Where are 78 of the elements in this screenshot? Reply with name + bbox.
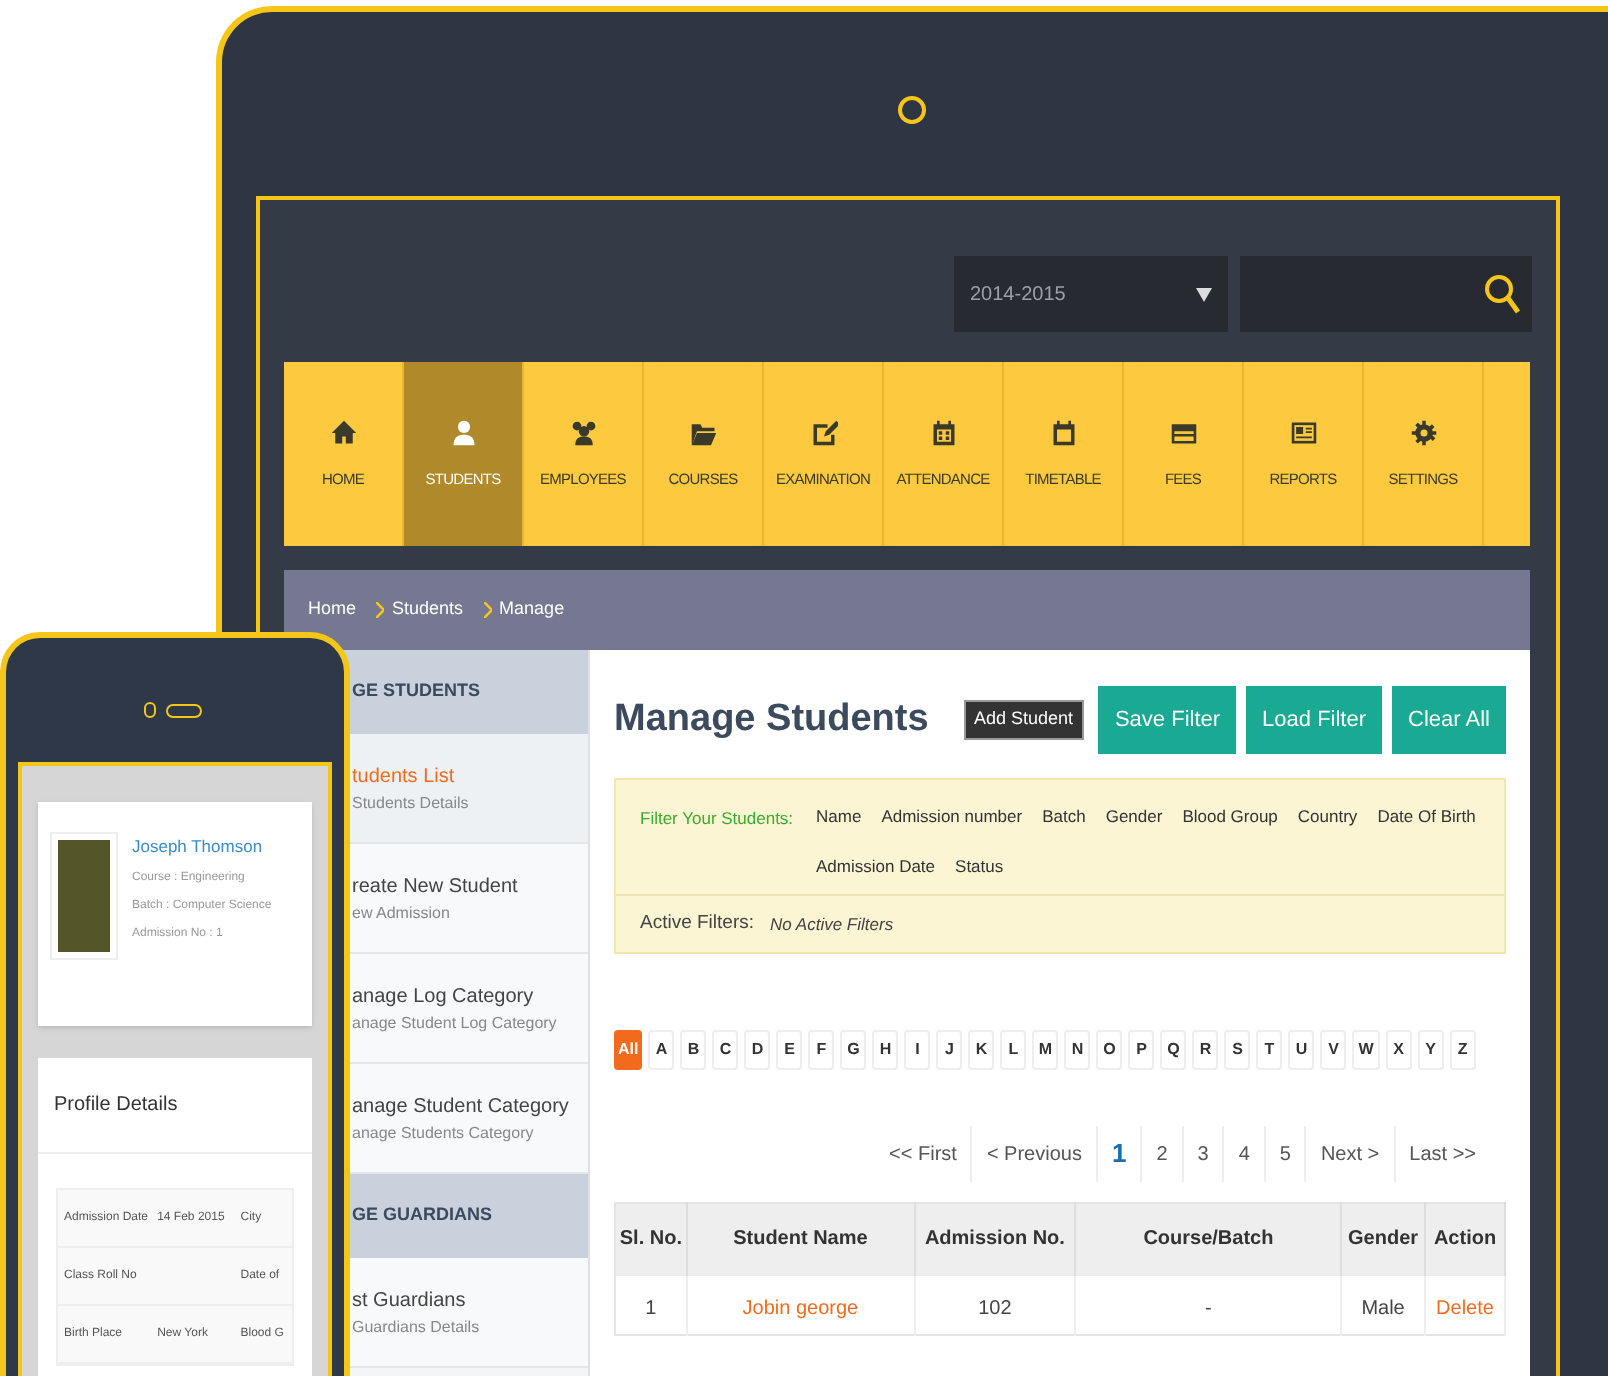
chevron-icon <box>483 602 492 618</box>
filter-option[interactable]: Status <box>955 856 1004 878</box>
letter-filter[interactable]: E <box>776 1030 803 1070</box>
pencil-icon <box>809 417 837 448</box>
letter-filter[interactable]: F <box>808 1030 835 1070</box>
page-link[interactable]: < Previous <box>970 1126 1096 1182</box>
letter-filter[interactable]: V <box>1320 1030 1347 1070</box>
page-link[interactable]: Next > <box>1304 1126 1394 1182</box>
letter-filter[interactable]: L <box>1000 1030 1027 1070</box>
letter-filter[interactable]: M <box>1032 1030 1059 1070</box>
sidebar-heading: GE STUDENTS <box>352 678 483 705</box>
letter-filter[interactable]: A <box>648 1030 675 1070</box>
people-icon <box>569 417 597 448</box>
calendar-icon <box>1049 417 1077 448</box>
letter-filter[interactable]: R <box>1192 1030 1219 1070</box>
breadcrumb-link[interactable]: Manage <box>499 596 565 624</box>
page-link[interactable]: 4 <box>1222 1126 1264 1182</box>
letter-filter[interactable]: S <box>1224 1030 1251 1070</box>
home-icon <box>329 417 357 448</box>
filter-option[interactable]: Blood Group <box>1182 806 1278 828</box>
chevron-icon <box>376 602 385 618</box>
add-student-button[interactable]: Add Student <box>964 700 1084 740</box>
active-filters-value: No Active Filters <box>770 911 894 937</box>
letter-filter[interactable]: X <box>1385 1030 1412 1070</box>
filter-option[interactable]: Batch <box>1042 806 1086 828</box>
person-icon <box>449 417 477 448</box>
table-cell: Male <box>1341 1275 1426 1335</box>
breadcrumb-link[interactable]: Students <box>392 596 464 624</box>
letter-filter[interactable]: T <box>1256 1030 1283 1070</box>
year-select[interactable]: 2014-2015 <box>954 256 1228 332</box>
letter-filter[interactable]: B <box>680 1030 707 1070</box>
letter-filter[interactable]: N <box>1064 1030 1091 1070</box>
letter-filter[interactable]: O <box>1096 1030 1123 1070</box>
gear-icon <box>1409 417 1437 448</box>
letter-filter[interactable]: H <box>872 1030 899 1070</box>
camera-icon <box>898 96 926 124</box>
letter-filter[interactable]: Y <box>1417 1030 1444 1070</box>
letter-filter[interactable]: U <box>1288 1030 1315 1070</box>
letter-filter[interactable]: K <box>968 1030 995 1070</box>
filter-option[interactable]: Country <box>1297 806 1358 828</box>
camera-icon <box>144 702 156 718</box>
page-link[interactable]: 3 <box>1181 1126 1223 1182</box>
page-link[interactable]: 1 <box>1095 1126 1141 1182</box>
letter-filter[interactable]: C <box>712 1030 739 1070</box>
filter-option[interactable]: Admission Date <box>816 856 936 878</box>
newspaper-icon <box>1289 417 1317 448</box>
breadcrumb-link[interactable]: Home <box>308 596 357 624</box>
filter-option[interactable]: Date Of Birth <box>1377 806 1476 828</box>
page-link[interactable]: 2 <box>1140 1126 1182 1182</box>
search-field[interactable] <box>1240 256 1532 332</box>
letter-filter[interactable]: I <box>904 1030 931 1070</box>
filter-label: Filter Your Students: <box>640 806 796 832</box>
letter-filter[interactable]: P <box>1128 1030 1155 1070</box>
filter-option[interactable]: Gender <box>1105 806 1163 828</box>
page-title: Manage Students <box>614 695 931 744</box>
page-link[interactable]: Last >> <box>1393 1126 1490 1182</box>
filter-option[interactable]: Name <box>816 806 862 828</box>
page-link[interactable]: 5 <box>1263 1126 1305 1182</box>
active-filters-label: Active Filters: <box>640 909 755 938</box>
photo-placeholder <box>52 834 116 958</box>
page-link[interactable]: << First <box>875 1126 971 1182</box>
filter-option[interactable]: Admission number <box>881 806 1023 828</box>
table-cell: - <box>1075 1275 1342 1335</box>
table-cell: 1 <box>615 1275 687 1335</box>
student-name-link[interactable]: Joseph Thomson <box>132 834 272 860</box>
profile-title: Profile Details <box>38 1058 312 1154</box>
search-icon[interactable] <box>1484 274 1520 314</box>
sidebar-heading: GE GUARDIANS <box>352 1202 495 1229</box>
table-cell: 102 <box>914 1275 1076 1335</box>
letter-filter[interactable]: G <box>840 1030 867 1070</box>
letter-filter[interactable]: D <box>744 1030 771 1070</box>
calendar-icon <box>929 417 957 448</box>
letter-filter[interactable]: J <box>936 1030 963 1070</box>
letter-filter[interactable]: W <box>1352 1030 1380 1070</box>
caret-icon <box>1196 287 1212 301</box>
speaker-icon <box>166 703 202 717</box>
letter-filter[interactable]: Z <box>1449 1030 1476 1070</box>
letter-filter[interactable]: Q <box>1160 1030 1187 1070</box>
